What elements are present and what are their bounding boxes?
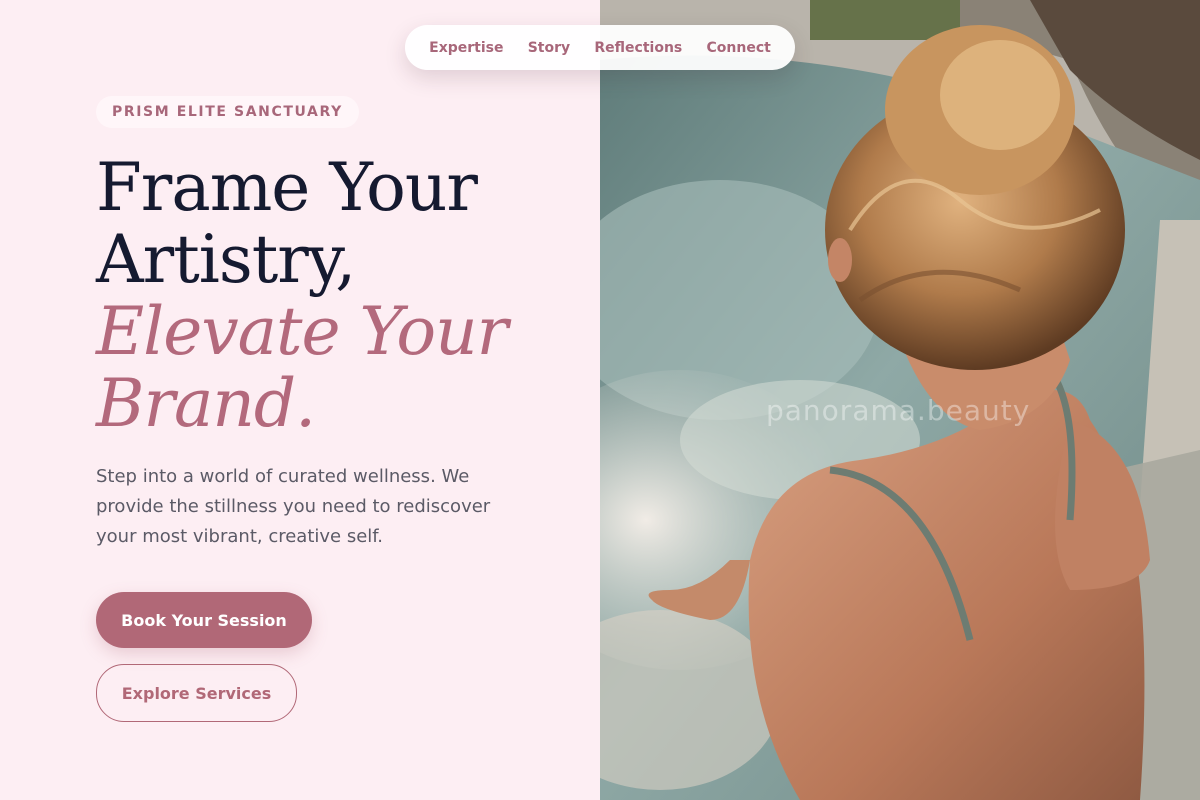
hero-intro-text: Step into a world of curated wellness. W…	[96, 466, 491, 547]
hero-content: PRISM ELITE SANCTUARY Frame Your Artistr…	[0, 0, 600, 800]
headline-line-1: Frame Your	[96, 149, 478, 226]
explore-services-button[interactable]: Explore Services	[96, 664, 297, 722]
headline-line-4: Brand.	[96, 365, 316, 442]
nav-link-connect[interactable]: Connect	[707, 40, 771, 56]
nav-link-story[interactable]: Story	[528, 40, 570, 56]
hero-headline: Frame Your Artistry, Elevate Your Brand.	[96, 152, 576, 440]
brand-badge: PRISM ELITE SANCTUARY	[96, 96, 359, 128]
hero-photo	[600, 0, 1200, 800]
headline-line-3: Elevate Your	[96, 293, 508, 370]
headline-line-2: Artistry,	[96, 221, 356, 298]
nav-link-expertise[interactable]: Expertise	[429, 40, 503, 56]
top-navigation: Expertise Story Reflections Connect	[405, 25, 795, 70]
spa-woman-photo	[600, 0, 1200, 800]
nav-link-reflections[interactable]: Reflections	[594, 40, 682, 56]
book-session-button[interactable]: Book Your Session	[96, 592, 312, 648]
